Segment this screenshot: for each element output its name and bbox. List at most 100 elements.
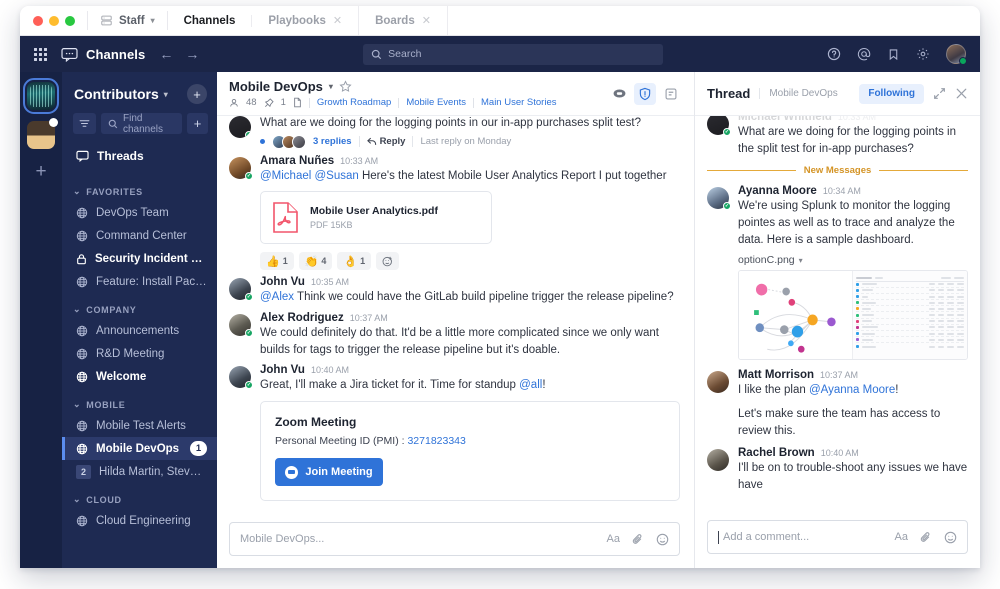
message-author[interactable]: John Vu — [260, 364, 305, 376]
message-author[interactable]: Alex Rodriguez — [260, 312, 344, 324]
emoji-icon[interactable] — [944, 531, 957, 544]
sidebar-item-mobile-devops[interactable]: Mobile DevOps 1 — [62, 437, 217, 460]
window-controls[interactable] — [20, 6, 87, 35]
sidebar-item-command-center[interactable]: Command Center — [62, 224, 217, 247]
add-reaction-button[interactable] — [376, 252, 400, 271]
avatar[interactable] — [229, 314, 253, 338]
formatting-icon[interactable]: Aa — [895, 531, 908, 543]
pin-icon[interactable] — [264, 97, 274, 108]
maximize-window-button[interactable] — [65, 15, 75, 26]
help-icon[interactable] — [827, 47, 841, 61]
call-icon[interactable] — [608, 83, 630, 105]
message-author[interactable]: Michael Whitfield — [738, 116, 832, 123]
avatar[interactable] — [229, 366, 253, 390]
sidebar-item-security-incident[interactable]: Security Incident #4 ... — [62, 247, 217, 270]
sidebar-scroll[interactable]: Threads ⌄ FAVORITES DevOps Team Command … — [62, 143, 217, 568]
close-icon[interactable] — [955, 87, 968, 100]
sidebar-item-mobile-test-alerts[interactable]: Mobile Test Alerts — [62, 414, 217, 437]
channel-info-icon[interactable] — [660, 83, 682, 105]
team-tile-selected[interactable] — [23, 78, 59, 114]
members-icon[interactable] — [229, 98, 239, 108]
mention-link[interactable]: @Ayanna Moore — [809, 384, 895, 396]
minimize-window-button[interactable] — [49, 15, 59, 26]
tab-boards[interactable]: Boards ✕ — [359, 6, 448, 35]
message-list[interactable]: What are we doing for the logging points… — [217, 116, 694, 516]
reaction-ok-hand[interactable]: 👌 1 — [337, 252, 372, 271]
thread-message-list[interactable]: Michael Whitfield 10:33 AM What are we d… — [695, 116, 980, 512]
message-author[interactable]: Ayanna Moore — [738, 185, 817, 197]
thread-summary[interactable]: 3 replies Reply Last reply on Monday — [260, 134, 680, 149]
reply-button[interactable]: Reply — [366, 136, 405, 147]
avatar[interactable] — [229, 156, 253, 180]
sidebar-category-mobile[interactable]: ⌄ MOBILE — [62, 388, 217, 414]
sidebar-category-cloud[interactable]: ⌄ CLOUD — [62, 483, 217, 509]
sidebar-item-threads[interactable]: Threads — [62, 143, 217, 169]
back-arrow-icon[interactable]: ← — [159, 46, 173, 62]
channel-link-growth-roadmap[interactable]: Growth Roadmap — [317, 97, 391, 108]
filter-icon[interactable] — [73, 113, 96, 134]
tab-playbooks[interactable]: Playbooks ✕ — [252, 6, 360, 35]
channel-link-mobile-events[interactable]: Mobile Events — [406, 97, 466, 108]
sidebar-item-cloud-engineering[interactable]: Cloud Engineering — [62, 509, 217, 532]
dashboard-image[interactable] — [738, 270, 968, 361]
avatar[interactable] — [707, 187, 731, 211]
favorite-star-icon[interactable] — [339, 80, 352, 93]
message-author[interactable]: Rachel Brown — [738, 447, 815, 459]
find-channels-input[interactable]: Find channels — [101, 113, 182, 135]
sidebar-item-group-dm[interactable]: 2 Hilda Martin, Steve M... — [62, 460, 217, 483]
reaction-thumbs-up[interactable]: 👍 1 — [260, 252, 294, 271]
avatar[interactable] — [707, 371, 729, 394]
message-author[interactable]: John Vu — [260, 276, 305, 288]
close-icon[interactable]: ✕ — [333, 14, 342, 27]
sidebar-item-welcome[interactable]: Welcome — [62, 365, 217, 388]
tab-channels[interactable]: Channels — [167, 14, 253, 27]
message-author[interactable]: Matt Morrison — [738, 369, 814, 381]
sidebar-add-button[interactable]: + — [187, 84, 207, 104]
sidebar-item-feature-install-package[interactable]: Feature: Install Packa ... — [62, 270, 217, 293]
sidebar-item-announcements[interactable]: Announcements — [62, 319, 217, 342]
mention-link[interactable]: @all — [519, 379, 542, 391]
playbooks-icon[interactable] — [634, 82, 656, 105]
avatar[interactable] — [707, 449, 729, 472]
channel-title[interactable]: Mobile DevOps ▾ — [229, 79, 598, 94]
reaction-clap[interactable]: 👏 4 — [298, 252, 333, 271]
sidebar-item-rd-meeting[interactable]: R&D Meeting — [62, 342, 217, 365]
avatar[interactable] — [229, 116, 251, 138]
reply-count-label[interactable]: 3 replies — [313, 136, 352, 147]
mentions-icon[interactable] — [857, 47, 871, 61]
close-window-button[interactable] — [33, 15, 43, 26]
browse-channels-button[interactable]: + — [187, 113, 208, 134]
thread-composer[interactable]: Add a comment... Aa — [707, 520, 968, 554]
message-composer[interactable]: Mobile DevOps... Aa — [229, 522, 680, 556]
team-selector[interactable]: Staff ▾ — [88, 6, 167, 35]
attachment-icon[interactable] — [920, 531, 932, 544]
image-attachment-label[interactable]: optionC.png ▾ — [738, 254, 968, 266]
following-button[interactable]: Following — [859, 83, 924, 104]
product-menu-icon[interactable] — [34, 47, 47, 61]
saved-posts-icon[interactable] — [887, 48, 900, 61]
emoji-icon[interactable] — [656, 533, 669, 546]
team-tile-secondary[interactable] — [27, 118, 58, 149]
close-icon[interactable]: ✕ — [422, 14, 431, 27]
sidebar-category-company[interactable]: ⌄ COMPANY — [62, 293, 217, 319]
mention-link[interactable]: @Alex — [260, 291, 294, 303]
sidebar-item-devops-team[interactable]: DevOps Team — [62, 201, 217, 224]
avatar[interactable] — [229, 278, 253, 302]
sidebar-team-selector[interactable]: Contributors ▾ — [74, 86, 168, 102]
file-attachment-card[interactable]: Mobile User Analytics.pdf PDF 15KB — [260, 191, 492, 245]
expand-icon[interactable] — [933, 87, 946, 100]
user-avatar[interactable] — [946, 44, 967, 65]
message-author[interactable]: Amara Nuñes — [260, 155, 334, 167]
join-meeting-button[interactable]: Join Meeting — [275, 458, 383, 487]
add-team-button[interactable]: + — [35, 162, 46, 181]
sidebar-category-favorites[interactable]: ⌄ FAVORITES — [62, 175, 217, 201]
channel-link-main-user-stories[interactable]: Main User Stories — [481, 97, 557, 108]
search-input[interactable]: Search — [363, 43, 664, 65]
mention-link[interactable]: @Michael @Susan — [260, 170, 359, 182]
attachment-icon[interactable] — [632, 533, 644, 546]
channel-files-icon[interactable] — [293, 97, 302, 108]
avatar[interactable] — [707, 116, 731, 136]
gear-icon[interactable] — [916, 47, 930, 61]
zoom-pmi-value[interactable]: 3271823343 — [407, 435, 465, 447]
formatting-icon[interactable]: Aa — [607, 533, 620, 545]
